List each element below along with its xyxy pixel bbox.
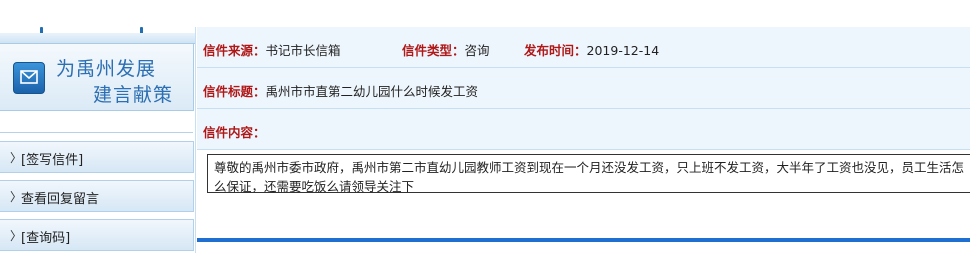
letter-meta-row: 信件来源：书记市长信箱 信件类型：咨询 发布时间：2019-12-14 [197, 27, 970, 68]
letter-content-row: 信件内容： [197, 109, 970, 150]
menu-item-label: [查询码] [21, 231, 71, 246]
source-value: 书记市长信箱 [265, 43, 341, 58]
menu-item-query-code[interactable]: 〉 [查询码] [0, 219, 194, 251]
letter-content-body: 尊敬的禹州市委市政府，禹州市第二市直幼儿园教师工资到现在一个月还没发工资，只上班… [207, 154, 970, 193]
column-divider [195, 27, 196, 253]
mail-envelope-icon [13, 62, 45, 94]
menu-item-write-letter[interactable]: 〉 [签写信件] [0, 141, 194, 173]
title-value: 禹州市市直第二幼儿园什么时候发工资 [265, 84, 479, 99]
date-value: 2019-12-14 [586, 43, 660, 58]
letter-source: 信件来源：书记市长信箱 [203, 40, 341, 59]
banner-title-line2: 建言献策 [93, 84, 174, 106]
content-label: 信件内容： [203, 125, 266, 140]
letter-title-row: 信件标题：禹州市市直第二幼儿园什么时候发工资 [197, 68, 970, 109]
title-label: 信件标题： [203, 84, 266, 99]
sidebar: 为禹州发展 建言献策 〉 [签写信件] 〉 查看回复留言 〉 [查询码] [0, 0, 195, 253]
menu-item-label: 查看回复留言 [21, 192, 100, 207]
sidebar-divider [0, 132, 193, 133]
letter-title: 信件标题：禹州市市直第二幼儿园什么时候发工资 [203, 81, 478, 100]
suggestion-banner: 为禹州发展 建言献策 [0, 43, 194, 111]
type-value: 咨询 [464, 43, 490, 58]
date-label: 发布时间： [524, 43, 587, 58]
menu-item-view-replies[interactable]: 〉 查看回复留言 [0, 180, 194, 212]
letter-date: 发布时间：2019-12-14 [524, 40, 659, 59]
letter-detail: 信件来源：书记市长信箱 信件类型：咨询 发布时间：2019-12-14 信件标题… [197, 27, 970, 253]
letter-type: 信件类型：咨询 [402, 40, 490, 59]
menu-item-label: [签写信件] [21, 153, 84, 168]
banner-title-line1: 为禹州发展 [56, 58, 157, 80]
source-label: 信件来源： [203, 43, 266, 58]
section-rule [197, 238, 970, 242]
type-label: 信件类型： [402, 43, 465, 58]
